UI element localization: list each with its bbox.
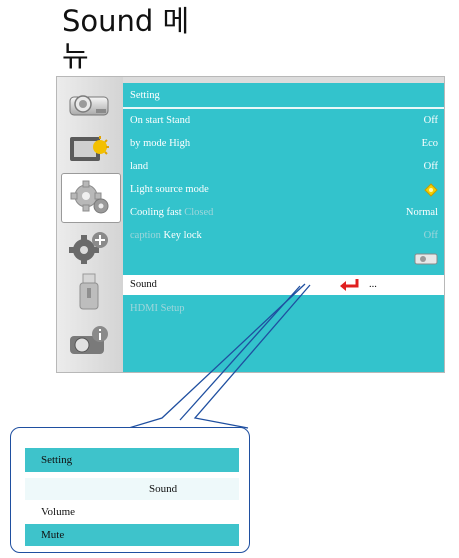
row-label: HDMI Setup [130, 303, 185, 314]
sound-submenu-callout: Setting Sound Volume Mute [10, 427, 250, 553]
menu-row-key-lock[interactable]: caption Key lock Off [130, 226, 438, 246]
menu-row-land[interactable]: land Off [130, 157, 438, 177]
light-source-icon [424, 180, 438, 200]
row-label: by mode High [130, 138, 191, 149]
submenu-item-volume[interactable]: Volume [25, 501, 239, 523]
return-arrow-icon [340, 279, 359, 291]
row-label: Sound [130, 279, 157, 290]
row-ellipsis: ... [369, 279, 377, 290]
info-icon[interactable] [62, 321, 116, 363]
row-value: Off [423, 115, 438, 126]
row-label-dim: Closed [184, 207, 214, 218]
row-value: Off [423, 230, 438, 241]
menu-row-mode[interactable]: by mode High Eco [130, 134, 438, 154]
menu-row-hdmi-setup[interactable]: HDMI Setup [130, 299, 438, 319]
projector-position-icon [414, 249, 438, 269]
menu-icon-column [57, 77, 123, 372]
callout-title: Setting [25, 448, 239, 472]
panel-title: Setting [130, 90, 160, 101]
callout-title-text: Setting [41, 454, 73, 466]
page-title: Sound 메뉴 [62, 4, 190, 73]
row-label: Cooling fast [130, 207, 182, 218]
callout-header: Sound [25, 478, 239, 500]
panel-divider [123, 107, 444, 109]
picture-icon[interactable] [62, 129, 116, 171]
row-label: On start Stand [130, 115, 191, 126]
row-label: Key lock [163, 230, 202, 241]
setting-panel: Setting On start Stand Off by mode High … [123, 83, 444, 372]
row-label-dim: caption [130, 230, 161, 241]
osd-menu-window: Setting On start Stand Off by mode High … [56, 76, 445, 373]
menu-row-cooling-fast[interactable]: Cooling fast Closed Normal [130, 203, 438, 223]
row-label: land [130, 161, 149, 172]
submenu-item-label: Mute [41, 529, 65, 541]
row-value: Normal [405, 207, 438, 218]
menu-row-light-source-mode[interactable]: Light source mode [130, 180, 438, 200]
menu-row-on-start[interactable]: On start Stand Off [130, 111, 438, 131]
callout-header-text: Sound [149, 483, 178, 495]
extended-gear-icon[interactable] [62, 227, 116, 269]
row-value: Eco [421, 138, 438, 149]
usb-icon[interactable] [62, 271, 116, 313]
submenu-item-mute[interactable]: Mute [25, 524, 239, 546]
row-label: Light source mode [130, 184, 209, 195]
submenu-item-label: Volume [41, 506, 76, 518]
menu-row-projector-position[interactable] [130, 249, 438, 269]
projector-icon[interactable] [62, 83, 116, 125]
menu-row-sound[interactable]: Sound ... [123, 275, 444, 295]
setting-gear-icon[interactable] [61, 173, 121, 223]
row-value: Off [423, 161, 438, 172]
